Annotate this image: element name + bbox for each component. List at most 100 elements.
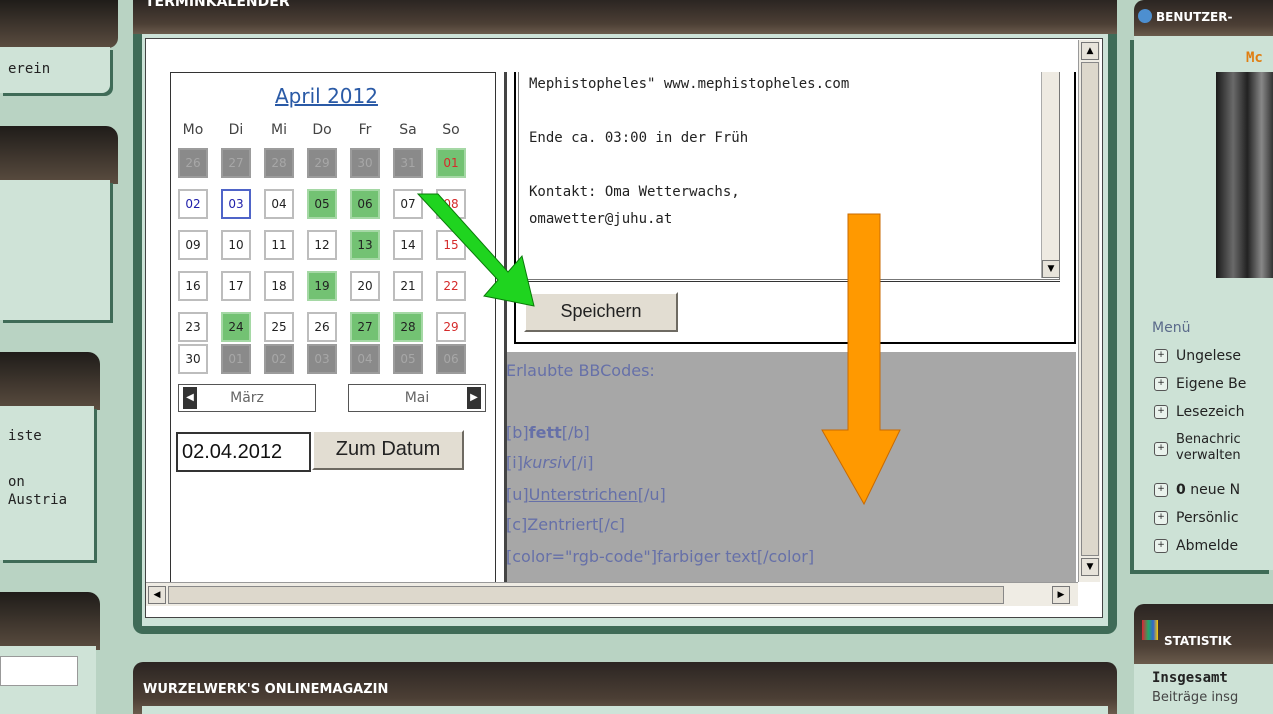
weekday-label: Sa [399, 122, 417, 138]
statistics-icon [1142, 620, 1158, 640]
calendar-day[interactable]: 27 [221, 148, 251, 178]
calendar-day[interactable]: 18 [264, 271, 294, 301]
prev-month-button[interactable]: ◀ März [178, 384, 316, 412]
menu-item-notifications[interactable]: +Benachric verwalten [1154, 432, 1241, 464]
calendar-day[interactable]: 23 [178, 312, 208, 342]
editor-scroll-down-icon[interactable]: ▼ [1042, 260, 1059, 278]
calendar-day[interactable]: 31 [393, 148, 423, 178]
scroll-left-icon[interactable]: ◀ [148, 586, 166, 604]
plus-icon: + [1154, 349, 1168, 363]
stats-panel-body: Insgesamt Beiträge insg [1134, 664, 1273, 714]
calendar-day[interactable]: 20 [350, 271, 380, 301]
calendar-day[interactable]: 25 [264, 312, 294, 342]
menu-item-bookmarks[interactable]: + Lesezeich [1154, 404, 1245, 420]
date-input[interactable]: 02.04.2012 [176, 432, 311, 472]
scroll-down-icon[interactable]: ▼ [1081, 558, 1099, 576]
calendar-day[interactable]: 04 [264, 189, 294, 219]
calendar-day[interactable]: 06 [350, 189, 380, 219]
menu-item-new-messages[interactable]: +0 neue N [1154, 482, 1240, 498]
bbcode-bold: [b]fett[/b] [506, 423, 590, 442]
goto-date-button[interactable]: Zum Datum [312, 430, 464, 470]
users-icon [1138, 9, 1152, 23]
left-panel-1: erein [0, 47, 110, 93]
left-link-verein[interactable]: erein [8, 61, 50, 77]
frame-hscroll-thumb[interactable] [168, 586, 1004, 604]
calendar-day[interactable]: 04 [350, 344, 380, 374]
next-month-button[interactable]: Mai ▶ [348, 384, 486, 412]
left-link-liste[interactable]: iste [8, 428, 42, 444]
stats-panel-title: STATISTIK [1164, 634, 1232, 648]
user-name[interactable]: Mc [1246, 50, 1263, 66]
plus-icon: + [1154, 377, 1168, 391]
calendar-day[interactable]: 28 [264, 148, 294, 178]
editor-line: Ende ca. 03:00 in der Früh [529, 130, 749, 146]
menu-item-own-posts[interactable]: + Eigene Be [1154, 376, 1246, 392]
left-search-input[interactable] [0, 656, 78, 686]
left-link-austria-2[interactable]: Austria [8, 492, 67, 508]
editor-scrollbar[interactable]: ▼ [1041, 72, 1059, 278]
stats-posts-label: Beiträge insg [1152, 690, 1239, 705]
calendar-day[interactable]: 03 [307, 344, 337, 374]
editor-line: omawetter@juhu.at [529, 211, 673, 227]
calendar-day[interactable]: 05 [307, 189, 337, 219]
calendar-day[interactable]: 17 [221, 271, 251, 301]
calendar-day[interactable]: 11 [264, 230, 294, 260]
scroll-right-icon[interactable]: ▶ [1052, 586, 1070, 604]
calendar-day[interactable]: 05 [393, 344, 423, 374]
plus-icon: + [1154, 539, 1168, 553]
frame-vscroll-thumb[interactable] [1081, 62, 1099, 556]
calendar-day[interactable]: 06 [436, 344, 466, 374]
calendar-panel-title: TERMINKALENDER [145, 0, 290, 10]
stats-total-label: Insgesamt [1152, 670, 1228, 686]
bbcode-underline: [u]Unterstrichen[/u] [506, 485, 666, 504]
frame-vscroll[interactable]: ▲ ▼ [1078, 40, 1100, 582]
editor-separator [518, 281, 1060, 282]
calendar-day[interactable]: 02 [178, 189, 208, 219]
calendar-day[interactable]: 24 [221, 312, 251, 342]
magazine-panel-body [142, 706, 1108, 714]
calendar-day[interactable]: 01 [221, 344, 251, 374]
calendar-day[interactable]: 29 [307, 148, 337, 178]
calendar-day[interactable]: 30 [178, 344, 208, 374]
left-panel-header-4 [0, 592, 100, 650]
left-panel-3: iste on Austria [0, 406, 94, 560]
calendar-day[interactable]: 19 [307, 271, 337, 301]
weekday-label: Di [228, 122, 244, 138]
menu-item-personal[interactable]: + Persönlic [1154, 510, 1239, 526]
editor-textarea[interactable]: Mephistopheles" www.mephistopheles.com En… [518, 72, 1060, 280]
orange-arrow-icon [821, 213, 901, 506]
calendar-day[interactable]: 13 [350, 230, 380, 260]
calendar-day[interactable]: 10 [221, 230, 251, 260]
calendar-day[interactable]: 26 [178, 148, 208, 178]
plus-icon: + [1154, 442, 1168, 456]
green-arrow-icon [416, 193, 535, 307]
next-month-label: Mai [404, 390, 430, 406]
scroll-up-icon[interactable]: ▲ [1081, 42, 1099, 60]
calendar-day[interactable]: 12 [307, 230, 337, 260]
calendar-day[interactable]: 30 [350, 148, 380, 178]
calendar-day[interactable]: 03 [221, 189, 251, 219]
bbcodes-title: Erlaubte BBCodes: [506, 361, 655, 380]
prev-month-label: März [230, 390, 264, 406]
user-avatar [1216, 72, 1273, 278]
stats-panel-header: STATISTIK [1134, 604, 1273, 664]
month-title-link[interactable]: April 2012 [275, 84, 378, 108]
magazine-panel-title: WURZELWERK'S ONLINEMAGAZIN [143, 682, 389, 697]
weekday-label: Mo [182, 122, 204, 138]
weekday-label: Do [312, 122, 332, 138]
calendar-day[interactable]: 02 [264, 344, 294, 374]
calendar-day[interactable]: 16 [178, 271, 208, 301]
weekday-label: Fr [358, 122, 372, 138]
calendar-day[interactable]: 09 [178, 230, 208, 260]
menu-label: Menü [1152, 320, 1191, 336]
menu-item-logout[interactable]: + Abmelde [1154, 538, 1238, 554]
left-panel-2 [0, 180, 110, 320]
frame-hscroll[interactable]: ◀ ▶ [146, 582, 1078, 606]
calendar-day[interactable]: 27 [350, 312, 380, 342]
left-panel-header-3 [0, 352, 100, 410]
calendar-day[interactable]: 26 [307, 312, 337, 342]
calendar-day[interactable]: 01 [436, 148, 466, 178]
left-link-austria-1[interactable]: on [8, 474, 25, 490]
left-panel-4 [0, 646, 96, 714]
menu-item-unread[interactable]: + Ungelese [1154, 348, 1241, 364]
